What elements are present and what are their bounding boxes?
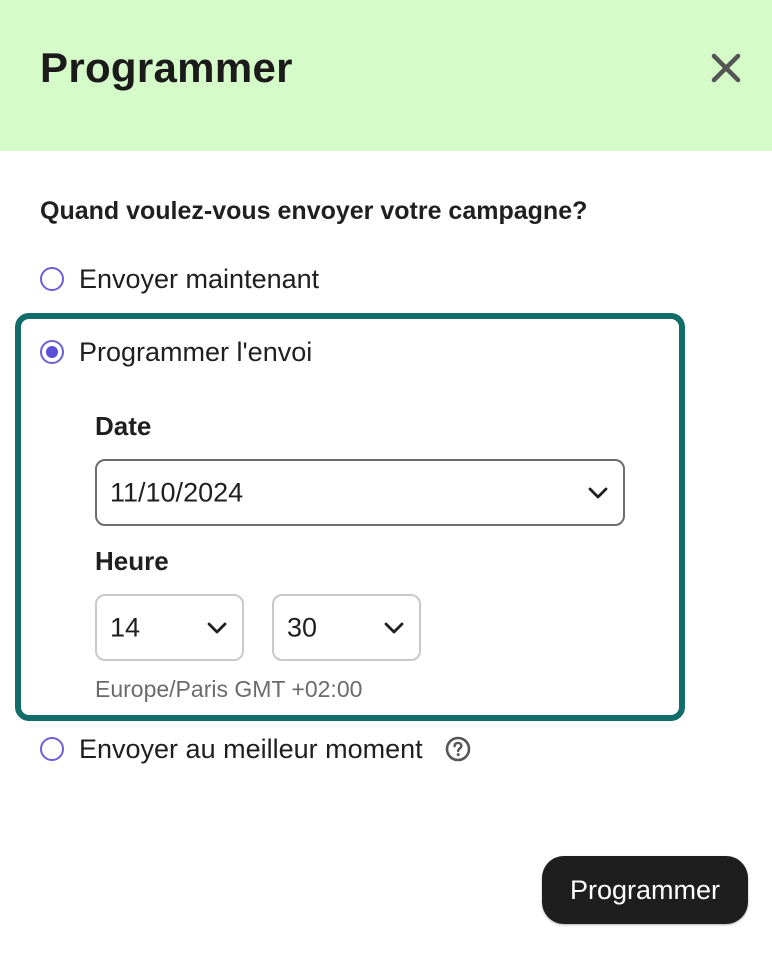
option-best-time-label: Envoyer au meilleur moment bbox=[79, 734, 423, 764]
radio-best-time[interactable] bbox=[40, 737, 64, 761]
option-send-now[interactable]: Envoyer maintenant bbox=[40, 262, 319, 296]
modal-title: Programmer bbox=[40, 44, 293, 91]
chevron-down-icon bbox=[207, 622, 227, 633]
schedule-submit-button[interactable]: Programmer bbox=[542, 856, 748, 924]
hour-value: 14 bbox=[110, 612, 141, 642]
option-best-time[interactable]: Envoyer au meilleur moment bbox=[40, 732, 471, 766]
chevron-down-icon bbox=[384, 622, 404, 633]
minute-value: 30 bbox=[287, 612, 318, 642]
option-schedule[interactable]: Programmer l'envoi bbox=[40, 335, 312, 369]
option-send-now-label: Envoyer maintenant bbox=[79, 264, 320, 294]
date-select[interactable]: 11/10/2024 bbox=[95, 459, 625, 526]
radio-schedule[interactable] bbox=[40, 340, 64, 364]
schedule-modal: Programmer Quand voulez-vous envoyer vot… bbox=[0, 0, 772, 958]
help-circle-icon[interactable] bbox=[445, 736, 471, 762]
time-label: Heure bbox=[95, 546, 169, 576]
timezone-text: Europe/Paris GMT +02:00 bbox=[95, 676, 363, 702]
modal-header: Programmer bbox=[0, 0, 772, 151]
close-icon bbox=[711, 53, 741, 83]
minute-select[interactable]: 30 bbox=[272, 594, 421, 661]
close-button[interactable] bbox=[706, 48, 746, 88]
option-schedule-label: Programmer l'envoi bbox=[79, 337, 313, 367]
radio-send-now[interactable] bbox=[40, 267, 64, 291]
date-value: 11/10/2024 bbox=[110, 477, 244, 507]
date-label: Date bbox=[95, 411, 152, 441]
hour-select[interactable]: 14 bbox=[95, 594, 244, 661]
chevron-down-icon bbox=[588, 487, 608, 498]
question-heading: Quand voulez-vous envoyer votre campagne… bbox=[40, 197, 588, 225]
